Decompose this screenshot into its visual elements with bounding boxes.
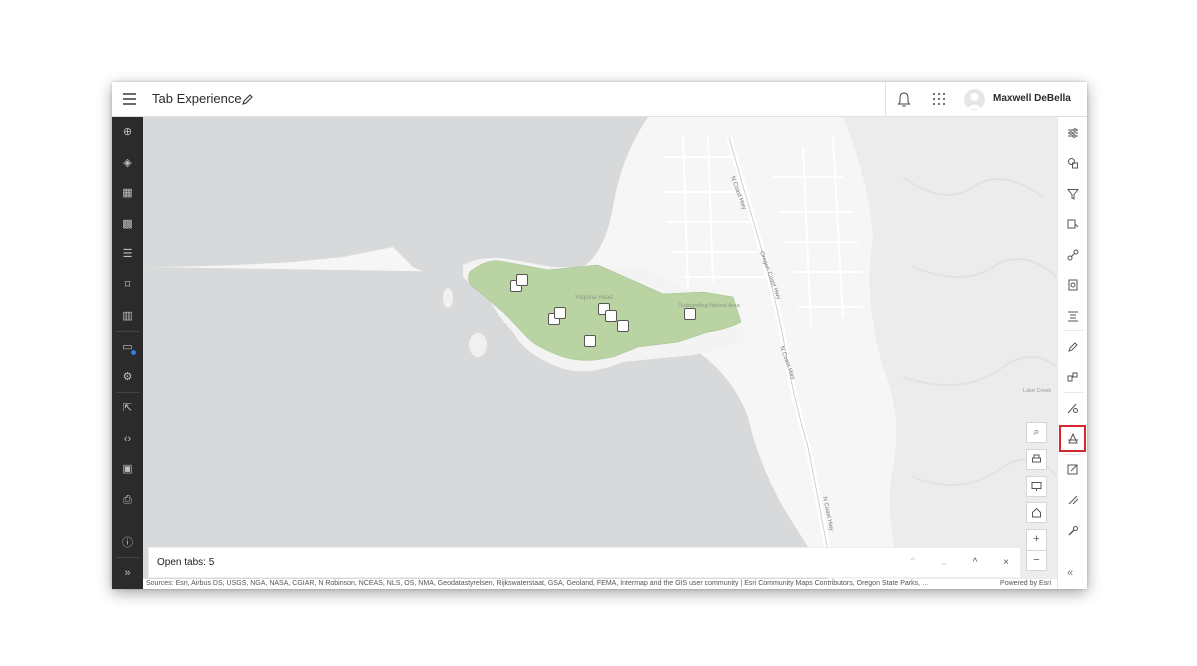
sketch-icon[interactable] (1067, 463, 1079, 475)
header-divider (885, 82, 886, 117)
avatar[interactable] (964, 89, 985, 110)
app-header: Tab Experience Maxwell DeBella (112, 82, 1087, 117)
print-icon[interactable]: ⎙ (121, 494, 134, 507)
monitor-icon (1031, 482, 1042, 491)
expand-icon[interactable]: » (121, 567, 134, 580)
add-icon[interactable]: ⊕ (121, 126, 134, 139)
toolbar-divider (1063, 330, 1083, 331)
selected-tool-icon[interactable] (1067, 433, 1079, 445)
map-attribution: Sources: Esri, Airbus DS, USGS, NGA, NAS… (143, 579, 1057, 589)
road-label: Oregon Coast Hwy (758, 251, 781, 301)
user-icon (967, 93, 982, 109)
legend-icon[interactable]: ☰ (121, 248, 134, 261)
map-marker[interactable] (605, 310, 617, 322)
toolbar-divider (1063, 454, 1083, 455)
grid-icon[interactable]: ▣ (121, 463, 134, 476)
toolbar-divider (116, 392, 139, 393)
attribution-text[interactable]: Sources: Esri, Airbus DS, USGS, NGA, NAS… (146, 579, 929, 589)
filter-icon[interactable] (1067, 188, 1079, 200)
embed-icon[interactable]: ‹› (121, 433, 134, 446)
map-marker[interactable] (684, 308, 696, 320)
print-icon (1032, 454, 1041, 463)
first-tab-button[interactable]: ⌃ (907, 557, 919, 569)
bell-icon[interactable] (896, 91, 912, 108)
basemap: N Coast Hwy Oregon Coast Hwy N Coast Hwy… (143, 117, 1057, 579)
ocean (143, 117, 648, 276)
home-icon (1032, 507, 1041, 518)
rock (469, 333, 487, 357)
map-marker[interactable] (584, 335, 596, 347)
map-print-button[interactable] (1026, 449, 1047, 470)
bookmark-icon[interactable]: ⌑ (121, 279, 134, 292)
app-launcher-icon[interactable] (932, 92, 946, 106)
area-label: Yaquina Head (575, 295, 613, 301)
list-icon[interactable] (1067, 310, 1079, 322)
menu-icon[interactable] (123, 93, 136, 105)
map-marker[interactable] (554, 307, 566, 319)
powered-by[interactable]: Powered by Esri (1000, 579, 1051, 589)
map-marker[interactable] (516, 274, 528, 286)
open-tabs-label: Open tabs: 5 (157, 557, 215, 568)
features-icon[interactable] (1067, 371, 1079, 383)
creek-label: Lake Creek (1023, 388, 1051, 394)
edit-layer-icon[interactable] (1067, 218, 1079, 230)
layers-icon[interactable]: ◈ (121, 157, 134, 170)
app-window: Tab Experience Maxwell DeBella ⊕ ◈ ▦ ▩ ☰… (112, 82, 1087, 589)
active-indicator (131, 350, 136, 355)
edit-title-icon[interactable] (241, 93, 254, 106)
map-home-button[interactable] (1026, 502, 1047, 523)
toolbar-divider (1063, 392, 1083, 393)
rock (443, 288, 453, 308)
filter-settings-icon[interactable] (1067, 127, 1079, 139)
map-fullscreen-button[interactable] (1026, 476, 1047, 497)
toolbar-divider (116, 557, 139, 558)
draw-icon[interactable] (1067, 341, 1079, 353)
table-icon[interactable]: ▦ (121, 187, 134, 200)
map-view[interactable]: N Coast Hwy Oregon Coast Hwy N Coast Hwy… (143, 117, 1057, 579)
measure-icon[interactable] (1067, 402, 1079, 414)
app-title: Tab Experience (152, 91, 242, 106)
zoom-out-button[interactable]: − (1026, 550, 1047, 571)
widgets-icon[interactable]: ▩ (121, 218, 134, 231)
analysis-icon[interactable] (1067, 157, 1079, 169)
map-marker[interactable] (617, 320, 629, 332)
edit-icon[interactable] (1067, 494, 1079, 506)
open-tabs-bar: Open tabs: 5 ⌃ ⌄ ^ × (148, 547, 1021, 578)
close-tabs-button[interactable]: × (1000, 557, 1012, 569)
info-icon[interactable]: ⓘ (121, 537, 134, 550)
zoom-in-button[interactable]: + (1026, 529, 1047, 550)
collapse-icon[interactable]: « (1067, 567, 1073, 579)
chart-icon[interactable]: ▥ (121, 310, 134, 323)
expand-tabs-button[interactable]: ^ (969, 557, 981, 569)
user-name[interactable]: Maxwell DeBella (993, 93, 1071, 104)
directions-icon[interactable] (1067, 249, 1079, 261)
wrench-icon[interactable] (1067, 525, 1079, 537)
map-search-button[interactable]: ⌕ (1026, 422, 1047, 443)
right-toolbar: « (1057, 117, 1087, 589)
report-icon[interactable] (1067, 279, 1079, 291)
last-tab-button[interactable]: ⌄ (938, 557, 950, 569)
share-icon[interactable]: ⇱ (121, 402, 134, 415)
settings-icon[interactable]: ⚙ (121, 371, 134, 384)
left-toolbar: ⊕ ◈ ▦ ▩ ☰ ⌑ ▥ ▭ ⚙ ⇱ ‹› ▣ ⎙ ⓘ » (112, 117, 143, 589)
toolbar-divider (116, 331, 139, 332)
